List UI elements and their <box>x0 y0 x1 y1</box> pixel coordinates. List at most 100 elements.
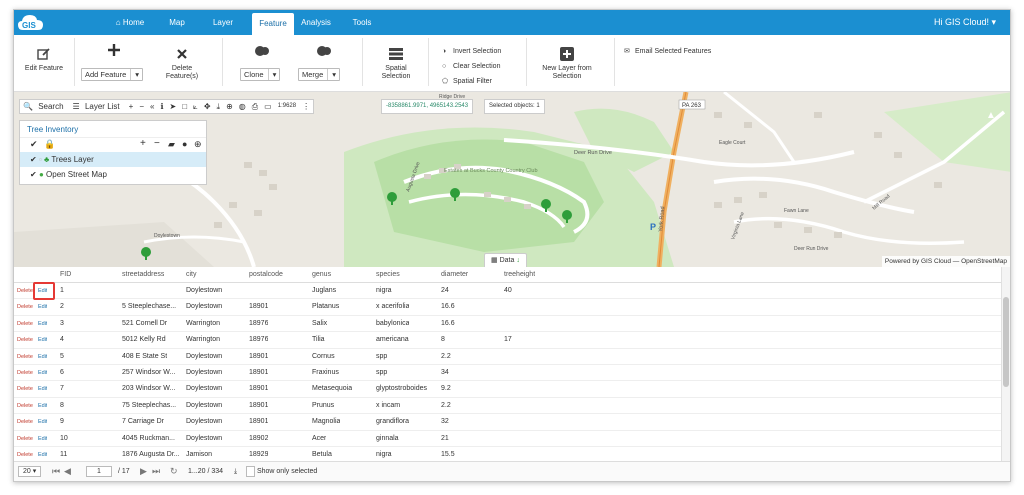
table-row[interactable]: Delete Edit 7 203 Windsor W... Doylestown 189… <box>14 381 1002 398</box>
edit-row-link[interactable]: Edit <box>38 349 47 365</box>
zoom-in-icon[interactable]: + <box>126 100 137 113</box>
column-header-streetaddress[interactable]: streetaddress <box>122 267 164 283</box>
table-row[interactable]: Delete Edit 6 257 Windsor W... Doylestown 189… <box>14 365 1002 382</box>
spatial-selection-button[interactable]: Spatial Selection <box>374 47 418 81</box>
user-icon[interactable]: ● <box>182 139 187 149</box>
download-icon[interactable]: ⤓ <box>214 100 224 113</box>
prev-page-icon[interactable]: ◀ <box>64 462 71 481</box>
table-row[interactable]: Delete Edit 5 408 E State St Doylestown 18901… <box>14 349 1002 365</box>
screen-icon[interactable]: ▭ <box>261 100 275 113</box>
edit-row-link[interactable]: Edit <box>38 431 47 447</box>
box-select-icon[interactable]: □ <box>179 100 190 113</box>
table-row[interactable]: Delete Edit 2 5 Steeplechase... Doylestown 18… <box>14 299 1002 316</box>
pointer-icon[interactable]: ➤ <box>166 100 179 113</box>
delete-row-link[interactable]: Delete <box>17 299 33 315</box>
add-icon[interactable]: + <box>140 138 146 149</box>
nav-home[interactable]: ⌂ Home <box>109 10 151 35</box>
edit-row-link[interactable]: Edit <box>38 365 47 381</box>
nav-layer[interactable]: Layer <box>206 10 240 35</box>
show-selected-checkbox[interactable] <box>246 465 255 477</box>
delete-features-button[interactable]: Delete Feature(s) <box>162 47 202 81</box>
nav-map[interactable]: Map <box>162 10 192 35</box>
delete-row-link[interactable]: Delete <box>17 414 33 430</box>
column-header-FID[interactable]: FID <box>60 267 71 283</box>
info-icon[interactable]: ℹ <box>157 100 166 113</box>
delete-row-link[interactable]: Delete <box>17 332 33 348</box>
print-icon[interactable]: ⎙ <box>249 100 261 113</box>
column-header-treeheight[interactable]: treeheight <box>504 267 535 283</box>
table-row[interactable]: Delete Edit 8 75 Steeplechas... Doylestown 18… <box>14 398 1002 415</box>
delete-row-link[interactable]: Delete <box>17 431 33 447</box>
page-size-select[interactable]: 20 ▾ <box>18 465 42 477</box>
layer-list-button[interactable]: ☰ Layer List <box>70 100 126 113</box>
edit-row-link[interactable]: Edit <box>38 316 47 332</box>
last-page-icon[interactable]: ⏭ <box>152 462 160 481</box>
visible-check-icon[interactable]: ✔ <box>30 170 37 179</box>
delete-row-link[interactable]: Delete <box>17 398 33 414</box>
add-feature-dropdown[interactable]: Add Feature ▾ <box>81 68 144 81</box>
map-view[interactable]: PA 263 Deer Run Drive Estates at Bucks C… <box>14 92 1010 267</box>
lock-icon[interactable]: 🔒 <box>44 139 55 150</box>
delete-row-link[interactable]: Delete <box>17 365 33 381</box>
nav-analysis[interactable]: Analysis <box>298 10 334 35</box>
clone-dropdown[interactable]: Clone ▾ <box>240 68 281 81</box>
scrollbar-thumb[interactable] <box>1003 297 1009 387</box>
table-row[interactable]: Delete Edit 4 5012 Kelly Rd Warrington 18976 T… <box>14 332 1002 349</box>
edit-row-link[interactable]: Edit <box>38 381 47 397</box>
user-menu[interactable]: Hi GIS Cloud! ▾ <box>934 10 996 35</box>
pan-icon[interactable]: ✥ <box>201 100 214 113</box>
merge-dropdown[interactable]: Merge ▾ <box>298 68 341 81</box>
merge-icon[interactable] <box>314 44 334 61</box>
first-page-icon[interactable]: ⏮ <box>52 462 60 481</box>
zoom-icon[interactable]: ⊕ <box>194 139 202 150</box>
globe-icon[interactable]: ◍ <box>236 100 249 113</box>
refresh-icon[interactable]: ↻ <box>170 462 178 481</box>
column-header-city[interactable]: city <box>186 267 197 283</box>
delete-row-link[interactable]: Delete <box>17 381 33 397</box>
vertical-scrollbar[interactable] <box>1001 267 1010 463</box>
spatial-filter-button[interactable]: ⬠ Spatial Filter <box>442 78 492 86</box>
clone-icon[interactable] <box>252 44 272 61</box>
data-tab[interactable]: ▦ Data ↓ <box>484 253 527 267</box>
email-selected-button[interactable]: ✉ Email Selected Features <box>624 48 711 56</box>
layer-item-osm[interactable]: ✔ ● Open Street Map <box>20 167 206 182</box>
zoom-box-icon[interactable]: ⊕ <box>223 100 236 113</box>
column-header-genus[interactable]: genus <box>312 267 331 283</box>
edit-row-link[interactable]: Edit <box>38 398 47 414</box>
folder-icon[interactable]: ▰ <box>168 139 175 150</box>
layer-item-trees[interactable]: ✔ ▫ ♣ Trees Layer <box>20 152 206 167</box>
collapse-icon[interactable]: « <box>147 100 157 113</box>
zoom-out-icon[interactable]: − <box>136 100 147 113</box>
column-header-diameter[interactable]: diameter <box>441 267 468 283</box>
table-row[interactable]: Delete Edit 10 4045 Ruckman... Doylestown 189… <box>14 431 1002 447</box>
table-row[interactable]: Delete Edit 1 Doylestown Juglans nigra 24 40 <box>14 283 1002 300</box>
table-row[interactable]: Delete Edit 3 521 Cornell Dr Warrington 18976… <box>14 316 1002 333</box>
cell-diameter: 2.2 <box>441 352 451 360</box>
column-header-species[interactable]: species <box>376 267 400 283</box>
download-icon[interactable]: ⤓ <box>234 462 237 481</box>
delete-row-link[interactable]: Delete <box>17 316 33 332</box>
edit-row-link[interactable]: Edit <box>38 414 47 430</box>
next-page-icon[interactable]: ▶ <box>140 462 147 481</box>
delete-row-link[interactable]: Delete <box>17 283 33 299</box>
delete-row-link[interactable]: Delete <box>17 349 33 365</box>
check-all-icon[interactable]: ✔ <box>30 139 38 150</box>
add-icon[interactable] <box>104 43 124 60</box>
nav-feature[interactable]: Feature <box>252 13 294 35</box>
visible-check-icon[interactable]: ✔ <box>30 155 37 164</box>
remove-icon[interactable]: − <box>154 138 160 149</box>
table-row[interactable]: Delete Edit 9 7 Carriage Dr Doylestown 18901 M… <box>14 414 1002 431</box>
gis-cloud-logo[interactable]: GIS <box>17 13 45 32</box>
more-icon[interactable]: ⋮ <box>299 100 313 113</box>
edit-feature-button[interactable]: Edit Feature <box>22 47 66 73</box>
clear-selection-button[interactable]: ○ Clear Selection <box>442 63 500 71</box>
invert-selection-button[interactable]: ◑ Invert Selection <box>442 48 501 56</box>
page-input[interactable]: 1 <box>86 465 112 477</box>
measure-icon[interactable]: ⟀ <box>190 100 201 113</box>
edit-row-link[interactable]: Edit <box>38 332 47 348</box>
search-button[interactable]: 🔍 Search <box>20 100 70 113</box>
column-header-postalcode[interactable]: postalcode <box>249 267 283 283</box>
nav-tools[interactable]: Tools <box>348 10 376 35</box>
edit-row-link[interactable]: Edit <box>38 299 47 315</box>
new-layer-from-selection-button[interactable]: New Layer from Selection <box>538 47 596 81</box>
